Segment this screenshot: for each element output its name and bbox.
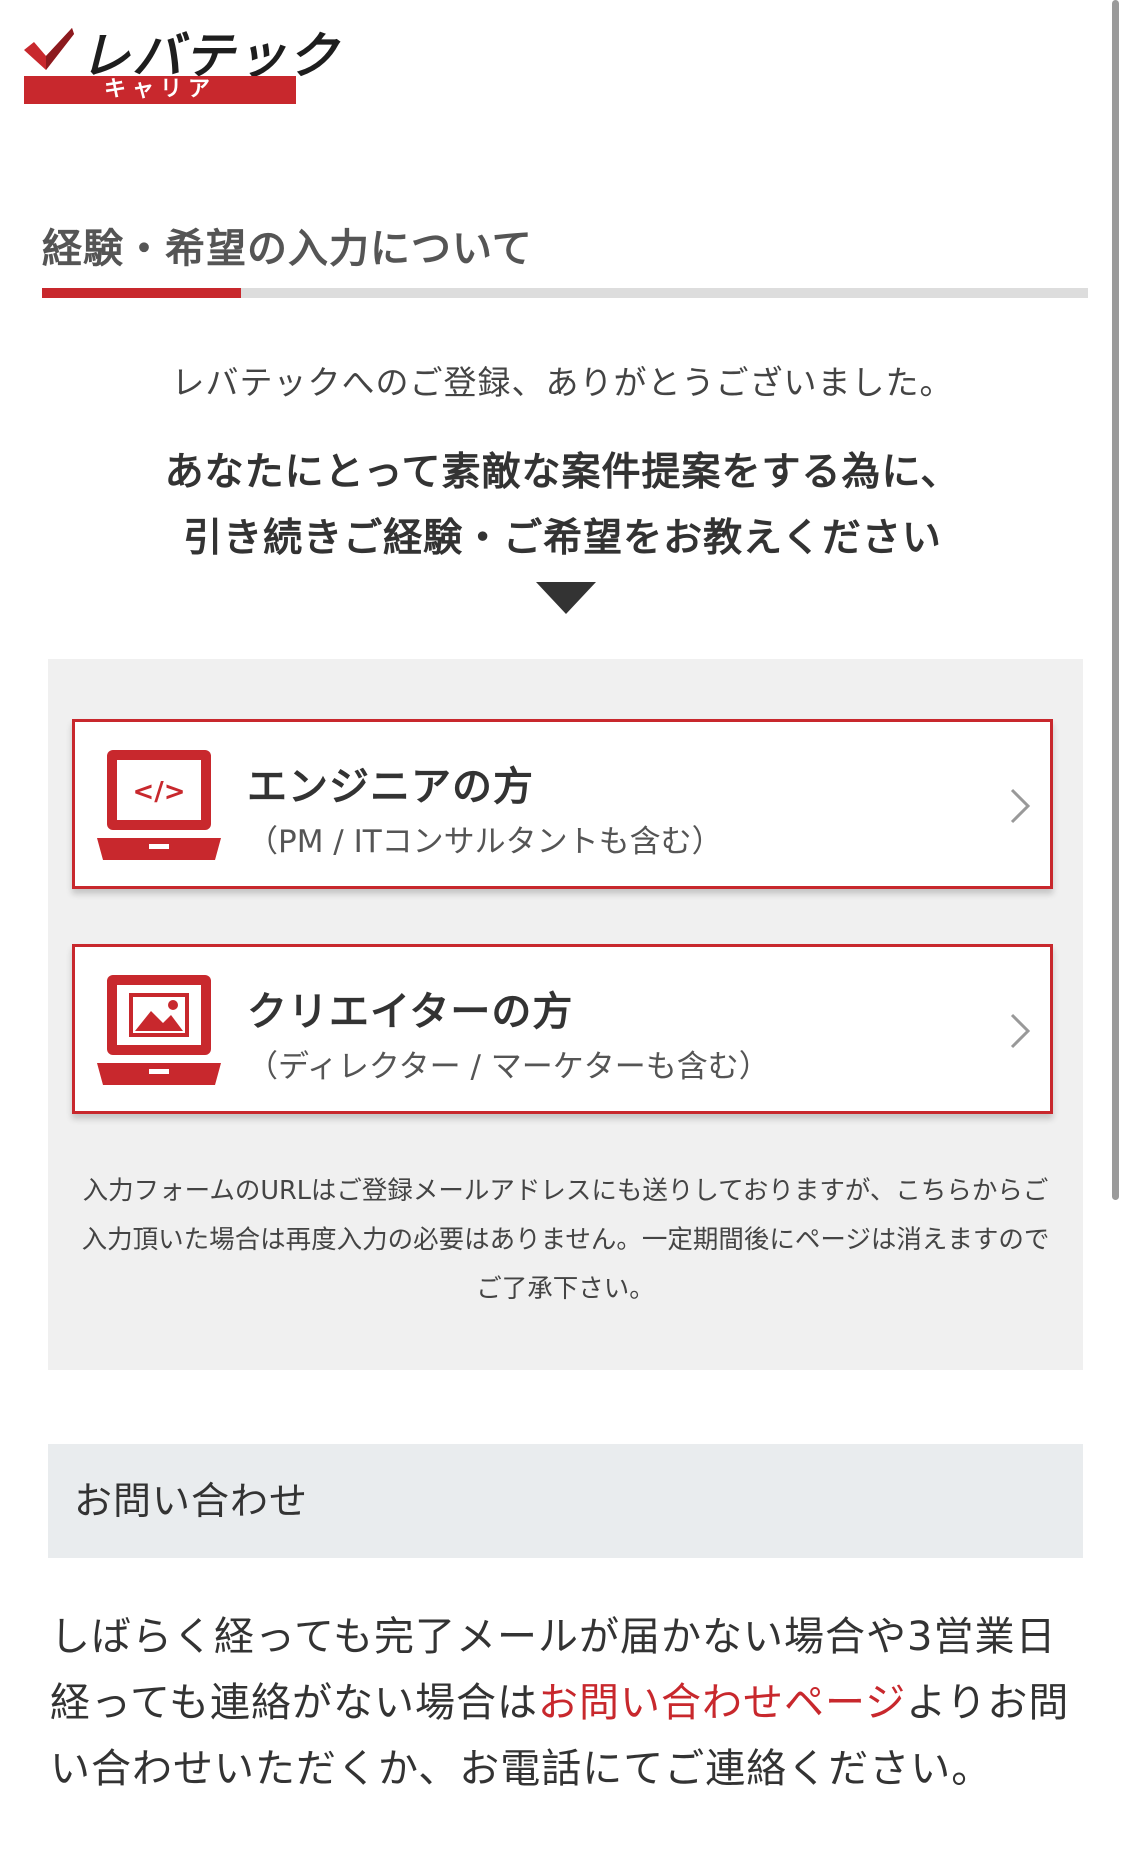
- brand-logo[interactable]: レバテック キャリア: [24, 20, 338, 106]
- progress-bar-fill: [42, 288, 241, 298]
- contact-heading: お問い合わせ: [48, 1444, 1083, 1558]
- lead-line-1: あなたにとって素敵な案件提案をする為に、: [164, 450, 961, 495]
- logo-subtext: キャリア: [24, 76, 296, 104]
- option-subtitle: （PM / ITコンサルタントも含む）: [247, 824, 723, 860]
- laptop-code-icon: </>: [97, 750, 221, 860]
- page-title: 経験・希望の入力について: [42, 226, 533, 272]
- svg-text:</>: </>: [132, 777, 185, 807]
- option-title: クリエイターの方: [247, 989, 574, 1035]
- contact-page-link[interactable]: お問い合わせページ: [538, 1680, 906, 1726]
- down-arrow-icon: [536, 582, 596, 614]
- scrollbar[interactable]: [1112, 0, 1119, 1200]
- thanks-message: レバテックへのご登録、ありがとうございました。: [171, 363, 954, 402]
- option-title: エンジニアの方: [247, 764, 534, 810]
- form-url-notice: 入力フォームのURLはご登録メールアドレスにも送りしておりますが、こちらからご入…: [81, 1176, 1050, 1304]
- lead-line-2: 引き続きご経験・ご希望をお教えください: [183, 516, 942, 561]
- chevron-right-icon: [1010, 788, 1031, 824]
- engineer-option-button[interactable]: </> エンジニアの方 （PM / ITコンサルタントも含む）: [72, 719, 1053, 889]
- creator-option-button[interactable]: クリエイターの方 （ディレクター / マーケターも含む）: [72, 944, 1053, 1114]
- laptop-image-icon: [97, 975, 221, 1085]
- chevron-right-icon: [1010, 1013, 1031, 1049]
- lead-message: あなたにとって素敵な案件提案をする為に、 引き続きご経験・ご希望をお教えください: [0, 440, 1125, 572]
- checkmark-logo-icon: [24, 28, 74, 70]
- contact-text: しばらく経っても完了メールが届かない場合や3営業日経っても連絡がない場合はお問い…: [50, 1604, 1080, 1802]
- options-panel: </> エンジニアの方 （PM / ITコンサルタントも含む） クリエイターの方…: [48, 659, 1083, 1370]
- option-subtitle: （ディレクター / マーケターも含む）: [247, 1049, 770, 1085]
- progress-bar: [42, 288, 1088, 298]
